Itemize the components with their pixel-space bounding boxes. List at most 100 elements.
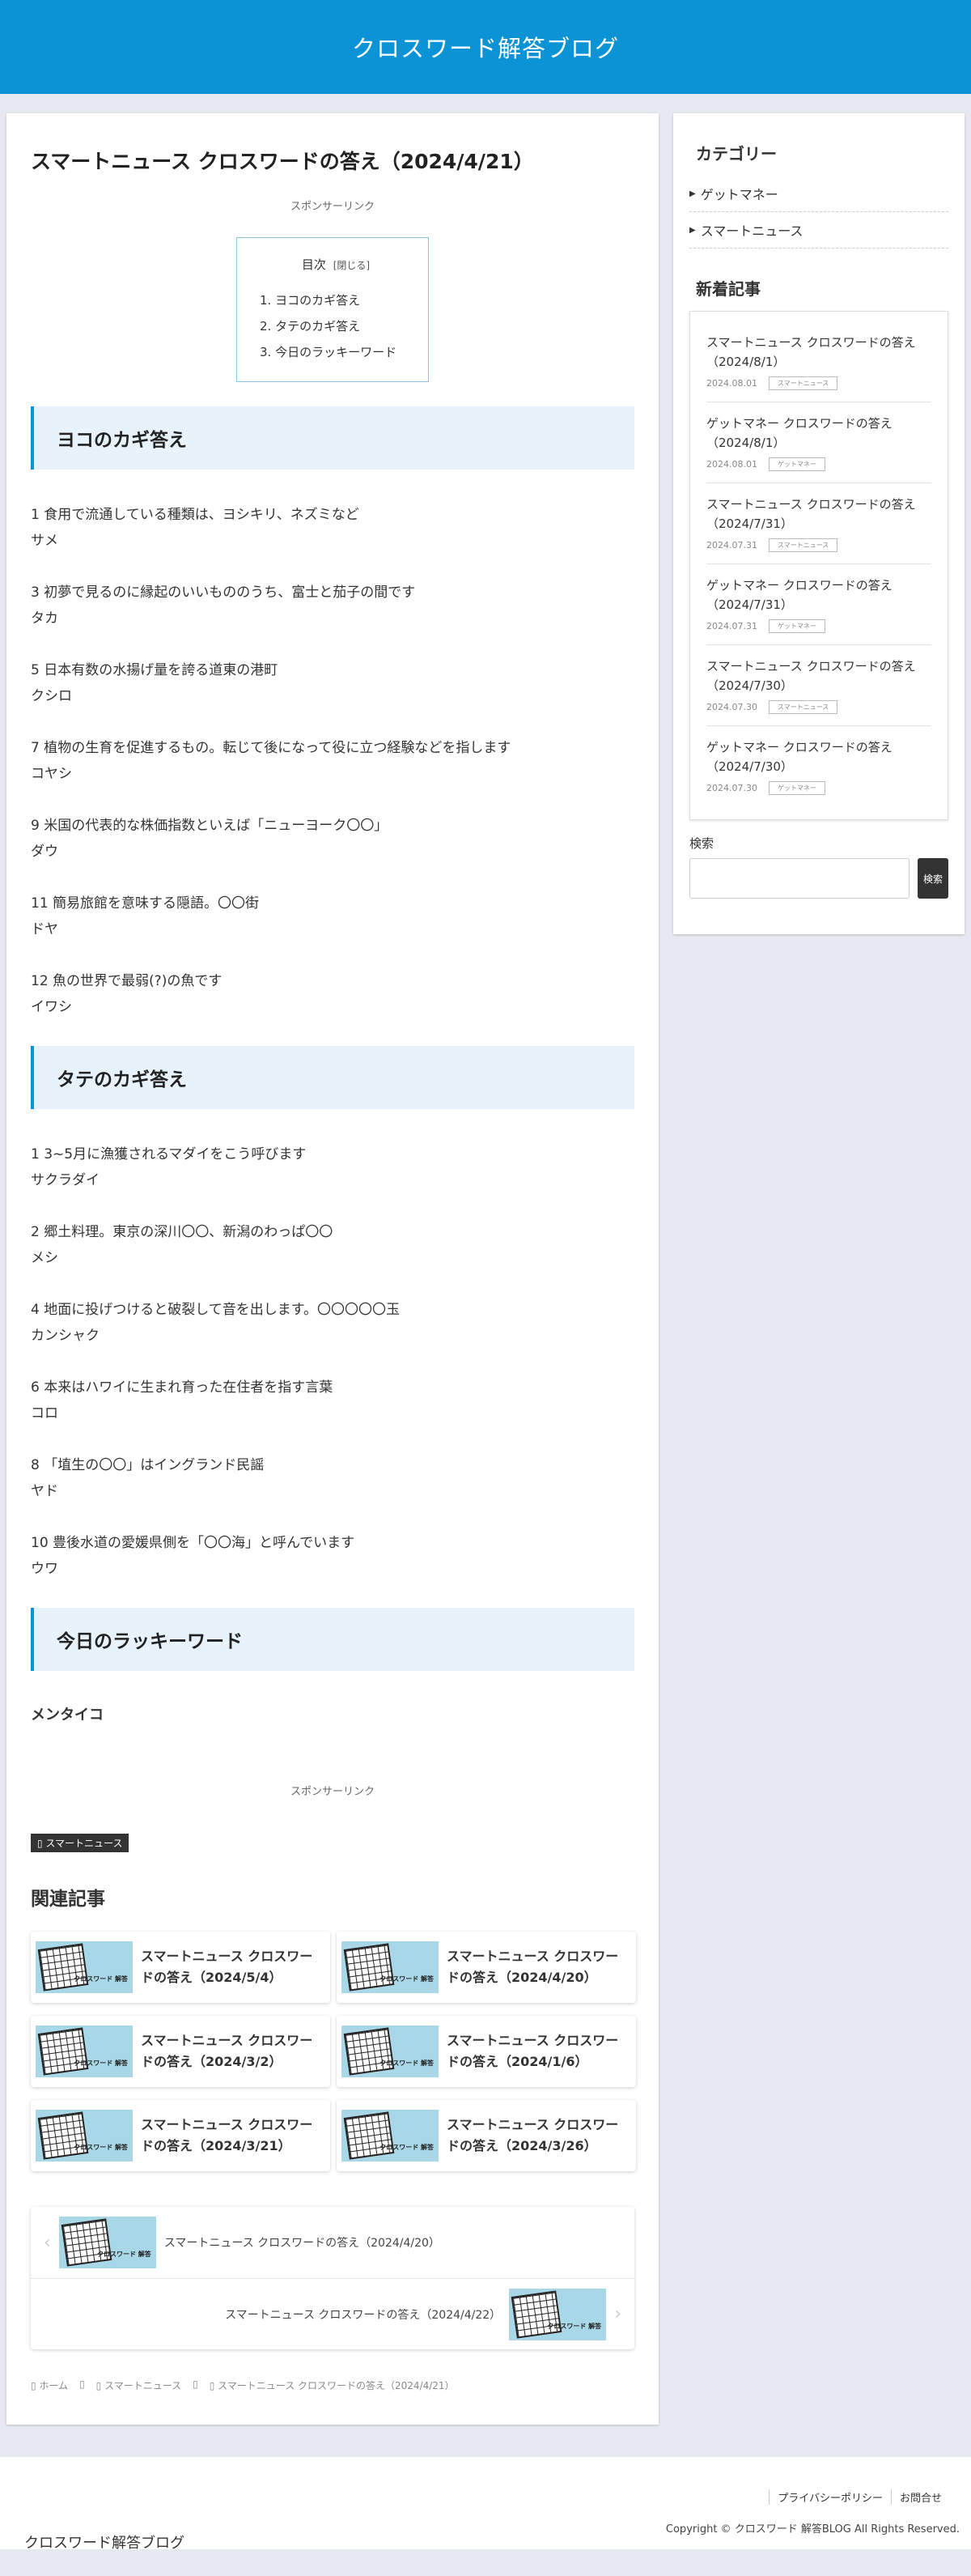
recent-title[interactable]: ゲットマネー クロスワードの答え（2024/8/1） — [706, 414, 931, 453]
category-item[interactable]: ▶ ゲットマネー — [689, 176, 948, 212]
thumbnail-label: クロスワード 解答 — [379, 1975, 434, 1983]
category-label[interactable]: スマートニュース — [701, 220, 804, 240]
clue-question: 12 魚の世界で最弱(?)の魚です — [31, 973, 223, 989]
clue-answer: イワシ — [31, 999, 72, 1015]
crossword-thumbnail: クロスワード 解答 — [36, 2026, 133, 2077]
recent-date: 2024.07.30 — [706, 783, 757, 793]
category-item[interactable]: ▶ スマートニュース — [689, 212, 948, 249]
privacy-policy-link[interactable]: プライバシーポリシー — [769, 2489, 891, 2505]
related-title[interactable]: スマートニュース クロスワードの答え（2024/4/20） — [447, 1946, 631, 1988]
clue-answer: サメ — [31, 533, 58, 549]
related-title[interactable]: スマートニュース クロスワードの答え（2024/5/4） — [141, 1946, 325, 1988]
search-button[interactable]: 検索 — [918, 858, 948, 899]
crossword-thumbnail: クロスワード 解答 — [341, 2026, 439, 2077]
section-heading-tate: タテのカギ答え — [31, 1046, 634, 1109]
related-card[interactable]: クロスワード 解答 スマートニュース クロスワードの答え（2024/3/21） — [31, 2100, 330, 2171]
prev-post-link[interactable]: ‹ クロスワード 解答 スマートニュース クロスワードの答え（2024/4/20… — [31, 2207, 634, 2278]
site-header: クロスワード解答ブログ — [0, 0, 971, 94]
recent-meta: 2024.08.01 ゲットマネー — [706, 457, 931, 471]
section-heading-yoko: ヨコのカギ答え — [31, 406, 634, 470]
search-input[interactable] — [689, 858, 910, 899]
crossword-thumbnail: クロスワード 解答 — [36, 2110, 133, 2162]
crossword-thumbnail: クロスワード 解答 — [58, 2217, 156, 2268]
category-heading: カテゴリー — [696, 144, 777, 164]
clue-answer: メシ — [31, 1250, 58, 1266]
crossword-grid-icon — [37, 2111, 89, 2160]
clue-answer: タカ — [31, 610, 58, 627]
thumbnail-label: クロスワード 解答 — [74, 2060, 128, 2067]
clue-item: 2 郷土料理。東京の深川〇〇、新潟のわっぱ〇〇 メシ — [31, 1219, 634, 1271]
recent-title[interactable]: スマートニュース クロスワードの答え（2024/7/31） — [706, 495, 931, 533]
next-post-title[interactable]: スマートニュース クロスワードの答え（2024/4/22） — [225, 2306, 501, 2323]
related-title[interactable]: スマートニュース クロスワードの答え（2024/3/2） — [141, 2030, 325, 2072]
recent-category-badge: ゲットマネー — [768, 619, 825, 633]
crossword-grid-icon — [343, 2027, 395, 2076]
recent-date: 2024.07.30 — [706, 702, 757, 712]
clue-question: 11 簡易旅館を意味する隠語。〇〇街 — [31, 895, 260, 912]
recent-item[interactable]: ゲットマネー クロスワードの答え（2024/8/1） 2024.08.01 ゲットマ… — [706, 402, 931, 483]
footer-links: プライバシーポリシー お問合せ — [769, 2489, 950, 2505]
clue-question: 1 食用で流通している種類は、ヨシキリ、ネズミなど — [31, 507, 359, 523]
recent-title[interactable]: スマートニュース クロスワードの答え（2024/8/1） — [706, 333, 931, 372]
lucky-word: メンタイコ — [31, 1707, 104, 1724]
recent-meta: 2024.07.31 ゲットマネー — [706, 619, 931, 633]
toc-item[interactable]: 3. 今日のラッキーワード — [260, 339, 412, 365]
recent-title[interactable]: ゲットマネー クロスワードの答え（2024/7/30） — [706, 738, 931, 776]
recent-item[interactable]: ゲットマネー クロスワードの答え（2024/7/31） 2024.07.31 ゲット… — [706, 564, 931, 645]
related-title[interactable]: スマートニュース クロスワードの答え（2024/1/6） — [447, 2030, 631, 2072]
crossword-grid-icon — [343, 2111, 395, 2160]
toc-item[interactable]: 2. タテのカギ答え — [260, 313, 412, 339]
sidebar: カテゴリー ▶ ゲットマネー ▶ スマートニュース 新着記事 スマートニュース クロ… — [673, 113, 965, 934]
clue-answer: クシロ — [31, 688, 72, 704]
related-title[interactable]: スマートニュース クロスワードの答え（2024/3/26） — [447, 2115, 631, 2157]
clue-question: 10 豊後水道の愛媛県側を「〇〇海」と呼んでいます — [31, 1535, 355, 1551]
toc-item[interactable]: 1. ヨコのカギ答え — [260, 287, 412, 313]
clue-item: 6 本来はハワイに生まれ育った在住者を指す言葉 コロ — [31, 1375, 634, 1426]
recent-category-badge: ゲットマネー — [768, 781, 825, 795]
related-card[interactable]: クロスワード 解答 スマートニュース クロスワードの答え（2024/3/2） — [31, 2016, 330, 2087]
breadcrumb-separator: ▯ — [79, 2378, 85, 2390]
recent-meta: 2024.07.30 スマートニュース — [706, 700, 931, 714]
recent-date: 2024.07.31 — [706, 540, 757, 550]
contact-link[interactable]: お問合せ — [890, 2489, 950, 2505]
next-post-link[interactable]: スマートニュース クロスワードの答え（2024/4/22） クロスワード 解答 … — [31, 2278, 634, 2349]
recent-title[interactable]: スマートニュース クロスワードの答え（2024/7/30） — [706, 657, 931, 695]
recent-date: 2024.08.01 — [706, 378, 757, 389]
related-title[interactable]: スマートニュース クロスワードの答え（2024/3/21） — [141, 2115, 325, 2157]
crossword-thumbnail: クロスワード 解答 — [36, 1941, 133, 1993]
copyright: Copyright © クロスワード 解答BLOG All Rights Res… — [665, 2523, 960, 2536]
search-row: 検索 — [689, 858, 948, 899]
breadcrumb-category[interactable]: ▯ スマートニュース — [96, 2378, 181, 2392]
clue-answer: ヤド — [31, 1483, 58, 1499]
crossword-thumbnail: クロスワード 解答 — [341, 2110, 439, 2162]
crossword-grid-icon — [511, 2289, 562, 2339]
category-tag[interactable]: ▯ スマートニュース — [31, 1834, 129, 1852]
recent-category-badge: ゲットマネー — [768, 457, 825, 471]
recent-date: 2024.07.31 — [706, 621, 757, 631]
clue-answer: コロ — [31, 1405, 58, 1422]
prev-post-title[interactable]: スマートニュース クロスワードの答え（2024/4/20） — [164, 2234, 440, 2251]
clue-item: 12 魚の世界で最弱(?)の魚です イワシ — [31, 968, 634, 1020]
recent-item[interactable]: ゲットマネー クロスワードの答え（2024/7/30） 2024.07.30 ゲット… — [706, 726, 931, 806]
clue-answer: カンシャク — [31, 1328, 100, 1344]
related-card[interactable]: クロスワード 解答 スマートニュース クロスワードの答え（2024/5/4） — [31, 1932, 330, 2003]
site-title[interactable]: クロスワード解答ブログ — [352, 30, 619, 64]
thumbnail-label: クロスワード 解答 — [379, 2144, 434, 2151]
related-card[interactable]: クロスワード 解答 スマートニュース クロスワードの答え（2024/1/6） — [337, 2016, 636, 2087]
clue-question: 5 日本有数の水揚げ量を誇る道東の港町 — [31, 662, 278, 678]
recent-item[interactable]: スマートニュース クロスワードの答え（2024/7/31） 2024.07.31 ス… — [706, 483, 931, 564]
clue-question: 2 郷土料理。東京の深川〇〇、新潟のわっぱ〇〇 — [31, 1224, 333, 1240]
crossword-grid-icon — [61, 2218, 112, 2267]
clue-item: 11 簡易旅館を意味する隠語。〇〇街 ドヤ — [31, 891, 634, 942]
toc-toggle[interactable]: [閉じる] — [333, 260, 370, 271]
recent-item[interactable]: スマートニュース クロスワードの答え（2024/7/30） 2024.07.30 ス… — [706, 645, 931, 726]
search-label: 検索 — [689, 836, 714, 851]
recent-title[interactable]: ゲットマネー クロスワードの答え（2024/7/31） — [706, 576, 931, 614]
related-card[interactable]: クロスワード 解答 スマートニュース クロスワードの答え（2024/4/20） — [337, 1932, 636, 2003]
related-card[interactable]: クロスワード 解答 スマートニュース クロスワードの答え（2024/3/26） — [337, 2100, 636, 2171]
footer-site-title[interactable]: クロスワード解答ブログ — [24, 2531, 184, 2553]
recent-heading: 新着記事 — [696, 279, 761, 299]
breadcrumb-home[interactable]: ▯ ホーム — [31, 2378, 68, 2392]
recent-item[interactable]: スマートニュース クロスワードの答え（2024/8/1） 2024.08.01 スマ… — [706, 321, 931, 402]
category-label[interactable]: ゲットマネー — [701, 184, 778, 203]
